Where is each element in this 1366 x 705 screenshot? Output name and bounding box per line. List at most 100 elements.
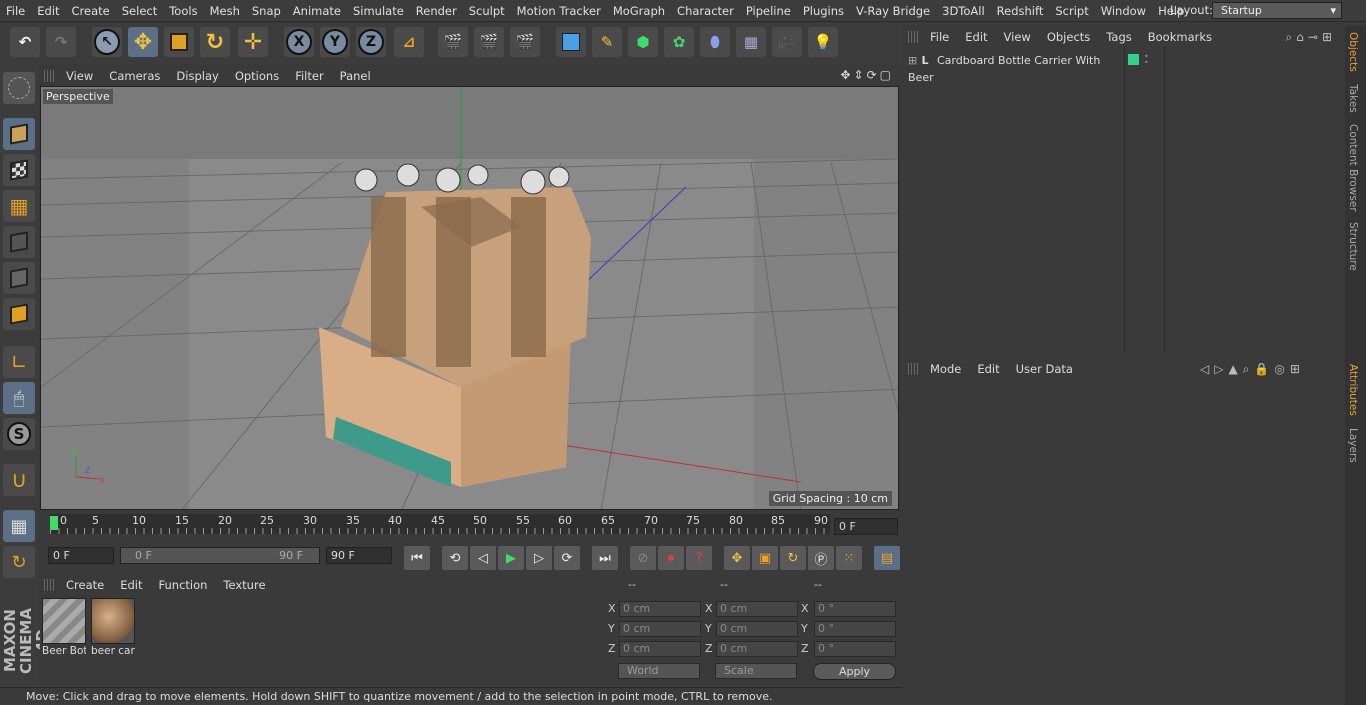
expand-icon[interactable]: ⊞ <box>908 52 918 69</box>
prev-frame-button[interactable]: ◁ <box>470 546 496 570</box>
viewport-menu-filter[interactable]: Filter <box>287 69 331 83</box>
visibility-dots[interactable]: • • <box>1144 53 1150 67</box>
tab-takes[interactable]: Takes <box>1347 84 1359 113</box>
keyframe-selection-button[interactable]: ? <box>686 546 712 570</box>
menu-create[interactable]: Create <box>66 4 116 18</box>
menu-render[interactable]: Render <box>410 4 463 18</box>
undo-button[interactable]: ↶ <box>10 27 40 57</box>
menu-vray-bridge[interactable]: V-Ray Bridge <box>850 4 936 18</box>
magnet-button[interactable]: ∪ <box>3 464 35 496</box>
end-frame-field[interactable]: 90 F <box>326 547 392 564</box>
play-button[interactable]: ▶ <box>498 546 524 570</box>
pos-z-field[interactable]: 0 cm <box>619 641 701 657</box>
pos-x-field[interactable]: 0 cm <box>619 601 701 617</box>
y-axis-lock-button[interactable]: Y <box>320 27 350 57</box>
menu-mesh[interactable]: Mesh <box>204 4 246 18</box>
size-z-field[interactable]: 0 cm <box>716 641 798 657</box>
search-home-icons[interactable]: ⌕⌂⊸⊞ <box>1286 30 1336 45</box>
current-frame-field[interactable]: 0 F <box>834 518 898 535</box>
tab-objects[interactable]: Objects <box>1347 32 1359 72</box>
make-editable-button[interactable] <box>3 72 35 104</box>
points-mode-button[interactable] <box>3 226 35 258</box>
menu-sculpt[interactable]: Sculpt <box>463 4 511 18</box>
next-key-button[interactable]: ⟳ <box>554 546 580 570</box>
add-deformer-button[interactable]: ⬮ <box>700 27 730 57</box>
objects-menu-view[interactable]: View <box>996 30 1039 44</box>
redo-button[interactable]: ↷ <box>46 27 76 57</box>
viewport-menu-options[interactable]: Options <box>227 69 287 83</box>
viewport-menu-display[interactable]: Display <box>168 69 226 83</box>
go-to-start-button[interactable]: ⏮ <box>404 546 430 570</box>
menu-character[interactable]: Character <box>671 4 740 18</box>
rot-h-field[interactable]: 0 ° <box>814 601 896 617</box>
material-menu-function[interactable]: Function <box>151 578 216 592</box>
scale-tool-button[interactable] <box>164 27 194 57</box>
menu-3dtoall[interactable]: 3DToAll <box>936 4 991 18</box>
add-cube-button[interactable] <box>556 27 586 57</box>
menu-plugins[interactable]: Plugins <box>797 4 850 18</box>
attributes-menu-mode[interactable]: Mode <box>922 362 969 376</box>
tab-layers[interactable]: Layers <box>1347 428 1359 463</box>
material-menu-edit[interactable]: Edit <box>112 578 150 592</box>
axis-mode-button[interactable]: ∟ <box>3 346 35 378</box>
coordinate-mode-dropdown[interactable]: Scale <box>715 663 797 679</box>
enable-axis-button[interactable]: ▦ <box>3 510 35 542</box>
rot-p-field[interactable]: 0 ° <box>814 621 896 637</box>
material-menu-create[interactable]: Create <box>58 578 112 592</box>
render-view-button[interactable]: 🎬 <box>438 27 468 57</box>
add-light-button[interactable]: 💡 <box>808 27 838 57</box>
rotate-tool-button[interactable]: ↻ <box>200 27 230 57</box>
add-spline-button[interactable]: ✎ <box>592 27 622 57</box>
timeline-ruler[interactable]: 0 5 10 15 20 25 30 35 40 45 50 55 60 65 … <box>50 514 830 534</box>
menu-file[interactable]: File <box>0 4 31 18</box>
key-scale-button[interactable]: ▣ <box>752 546 778 570</box>
menu-select[interactable]: Select <box>116 4 163 18</box>
menu-redshift[interactable]: Redshift <box>991 4 1050 18</box>
menu-window[interactable]: Window <box>1095 4 1152 18</box>
material-beer-bottle[interactable]: Beer Bot <box>42 598 86 657</box>
add-array-button[interactable]: ✿ <box>664 27 694 57</box>
objects-menu-bookmarks[interactable]: Bookmarks <box>1140 30 1220 44</box>
menu-edit[interactable]: Edit <box>31 4 65 18</box>
start-frame-field[interactable]: 0 F <box>48 547 114 564</box>
menu-tools[interactable]: Tools <box>163 4 203 18</box>
model-mode-button[interactable] <box>3 118 35 150</box>
render-settings-button[interactable]: 🎬 <box>510 27 540 57</box>
coordinate-space-dropdown[interactable]: World <box>618 663 700 679</box>
menu-script[interactable]: Script <box>1049 4 1094 18</box>
add-floor-button[interactable]: ▦ <box>736 27 766 57</box>
objects-menu-file[interactable]: File <box>922 30 957 44</box>
texture-mode-button[interactable] <box>3 154 35 186</box>
viewport-menu-view[interactable]: View <box>58 69 101 83</box>
polygons-mode-button[interactable] <box>3 298 35 330</box>
menu-simulate[interactable]: Simulate <box>347 4 410 18</box>
menu-mograph[interactable]: MoGraph <box>607 4 671 18</box>
timeline-window-button[interactable]: ▤ <box>874 546 900 570</box>
key-parameter-button[interactable]: Ⓟ <box>808 546 834 570</box>
attribute-nav-icons[interactable]: ◁▷▲⌕🔒◎⊞ <box>1200 362 1305 377</box>
menu-snap[interactable]: Snap <box>246 4 287 18</box>
x-axis-lock-button[interactable]: X <box>284 27 314 57</box>
edges-mode-button[interactable] <box>3 262 35 294</box>
z-axis-lock-button[interactable]: Z <box>356 27 386 57</box>
tab-structure[interactable]: Structure <box>1347 222 1359 271</box>
menu-animate[interactable]: Animate <box>287 4 347 18</box>
pos-y-field[interactable]: 0 cm <box>619 621 701 637</box>
coordinate-system-button[interactable]: ⊿ <box>394 27 424 57</box>
move-tool-button[interactable]: ✥ <box>128 27 158 57</box>
camera-label[interactable]: Perspective <box>43 89 113 104</box>
snap-button[interactable]: S <box>3 418 35 450</box>
add-camera-button[interactable]: 🎥 <box>772 27 802 57</box>
menu-motion-tracker[interactable]: Motion Tracker <box>511 4 607 18</box>
layer-color-tag[interactable] <box>1128 54 1139 65</box>
rot-b-field[interactable]: 0 ° <box>814 641 896 657</box>
objects-menu-objects[interactable]: Objects <box>1039 30 1098 44</box>
menu-pipeline[interactable]: Pipeline <box>740 4 797 18</box>
key-position-button[interactable]: ✥ <box>724 546 750 570</box>
size-y-field[interactable]: 0 cm <box>716 621 798 637</box>
tweak-mode-button[interactable]: 🖱 <box>3 382 35 414</box>
recent-tools-button[interactable]: ✛ <box>238 27 268 57</box>
record-keys-button[interactable]: ⊘ <box>630 546 656 570</box>
autokey-button[interactable]: ⏺ <box>658 546 684 570</box>
size-x-field[interactable]: 0 cm <box>716 601 798 617</box>
